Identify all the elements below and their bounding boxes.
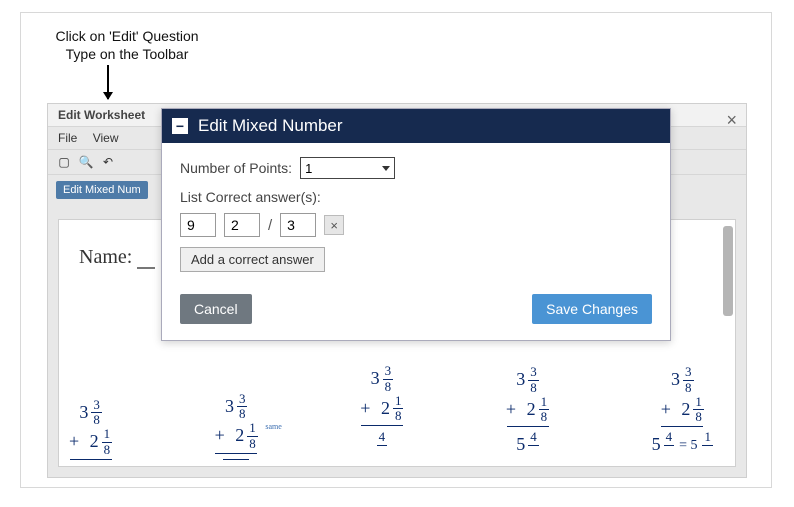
close-icon[interactable]: × bbox=[726, 110, 737, 131]
page-frame: Click on 'Edit' Question Type on the Too… bbox=[20, 12, 772, 488]
answer-numerator-input[interactable] bbox=[224, 213, 260, 237]
menu-file[interactable]: File bbox=[58, 131, 77, 145]
problem-5: 3 38 + 2 18 5 4 = 5 1 bbox=[652, 365, 713, 460]
zoom-icon[interactable]: 🔍 bbox=[78, 154, 94, 170]
modal-footer: Cancel Save Changes bbox=[162, 284, 670, 340]
worksheet-name-label: Name: bbox=[79, 246, 155, 269]
preview-icon[interactable]: ▢ bbox=[56, 154, 72, 170]
collapse-icon[interactable]: − bbox=[172, 118, 188, 134]
answers-label: List Correct answer(s): bbox=[180, 189, 652, 205]
modal-body: Number of Points: List Correct answer(s)… bbox=[162, 143, 670, 284]
answer-row: / × bbox=[180, 213, 652, 237]
points-label: Number of Points: bbox=[180, 160, 292, 176]
points-select[interactable] bbox=[300, 157, 395, 179]
arrow-down-icon bbox=[107, 65, 109, 99]
tiny-label: same bbox=[265, 423, 281, 432]
cancel-button[interactable]: Cancel bbox=[180, 294, 252, 324]
active-tool-badge[interactable]: Edit Mixed Num bbox=[56, 181, 148, 199]
problem-3: 3 38 + 2 18 4 bbox=[360, 364, 403, 460]
problem-2: 3 38 + 2 18 same bbox=[215, 392, 258, 460]
menu-view[interactable]: View bbox=[93, 131, 119, 145]
scrollbar-thumb[interactable] bbox=[723, 226, 733, 316]
answer-whole-input[interactable] bbox=[180, 213, 216, 237]
remove-answer-button[interactable]: × bbox=[324, 215, 344, 235]
save-button[interactable]: Save Changes bbox=[532, 294, 652, 324]
problem-1: 3 38 + 2 18 bbox=[69, 398, 112, 460]
edit-modal: − Edit Mixed Number Number of Points: Li… bbox=[161, 108, 671, 341]
fraction-slash: / bbox=[268, 217, 272, 234]
modal-title: Edit Mixed Number bbox=[198, 116, 343, 136]
points-row: Number of Points: bbox=[180, 157, 652, 179]
undo-icon[interactable]: ↶ bbox=[100, 154, 116, 170]
problem-4: 3 38 + 2 18 5 4 bbox=[506, 365, 549, 460]
problems-row: 3 38 + 2 18 3 38 + bbox=[69, 348, 713, 460]
modal-header: − Edit Mixed Number bbox=[162, 109, 670, 143]
add-answer-button[interactable]: Add a correct answer bbox=[180, 247, 325, 272]
answer-denominator-input[interactable] bbox=[280, 213, 316, 237]
annot-top: Click on 'Edit' Question Type on the Too… bbox=[37, 27, 217, 63]
